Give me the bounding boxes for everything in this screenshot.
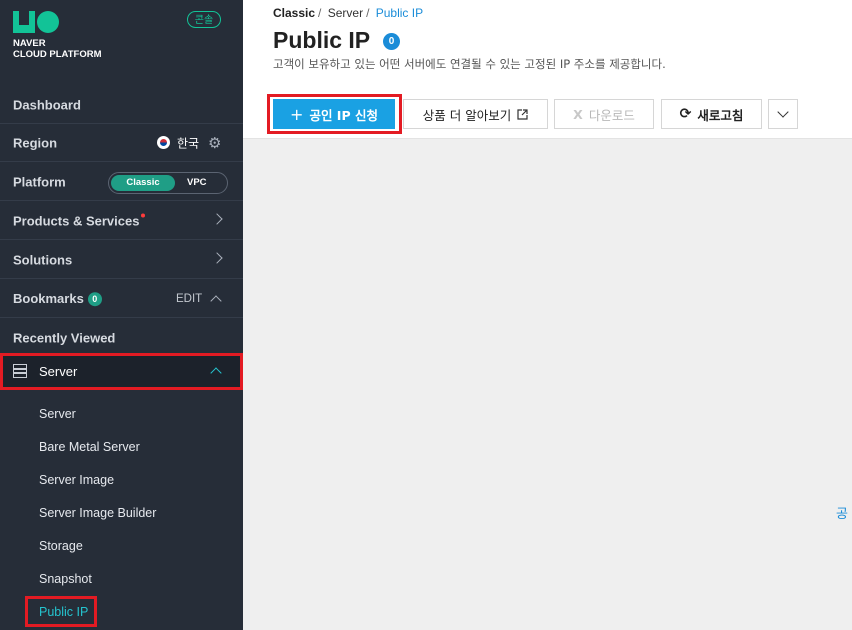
brand-line2: CLOUD PLATFORM [13,49,102,60]
platform-toggle[interactable]: Classic VPC [108,172,228,194]
breadcrumb-root[interactable]: Classic [273,6,315,20]
learn-more-button[interactable]: 상품 더 알아보기 [403,99,548,129]
sidebar-subitem-snapshot[interactable]: Snapshot [39,572,92,586]
download-button[interactable]: X 다운로드 [554,99,654,129]
chevron-right-icon [211,213,223,225]
server-section-label: Server [39,364,78,379]
chevron-up-icon[interactable] [210,367,222,379]
content-edge-text: 공 [836,507,848,522]
page-description: 고객이 보유하고 있는 어떤 서버에도 연결될 수 있는 고정된 IP 주소를 … [273,57,666,71]
solutions-label: Solutions [13,252,73,267]
more-dropdown-button[interactable] [768,99,798,129]
dashboard-label: Dashboard [13,97,81,112]
highlight-box-apply-button [267,94,402,134]
logo-area: NAVER CLOUD PLATFORM 콘솔 [0,0,243,86]
bookmarks-edit-button[interactable]: EDIT [176,293,202,305]
page-header: Classic / Server / Public IP Public IP 0 고… [243,0,852,86]
sidebar-item-bookmarks[interactable]: Bookmarks 0 EDIT [0,280,243,318]
platform-label: Platform [13,174,66,189]
products-text: Products & Services [13,213,140,228]
sidebar-item-dashboard[interactable]: Dashboard [0,86,243,124]
external-link-icon [517,108,528,120]
platform-option-classic[interactable]: Classic [111,175,175,191]
excel-icon: X [573,106,583,122]
sidebar-subitem-server-image-builder[interactable]: Server Image Builder [39,506,156,520]
refresh-icon: ⟳ [679,106,692,122]
sidebar: NAVER CLOUD PLATFORM 콘솔 Dashboard Region… [0,0,243,630]
chevron-right-icon [211,252,223,264]
brand-text: NAVER CLOUD PLATFORM [13,38,101,60]
region-value[interactable]: 한국 [177,134,199,151]
products-label: Products & Services [13,213,146,228]
refresh-label: 새로고침 [697,107,744,123]
page-title: Public IP [273,27,371,53]
sidebar-item-region[interactable]: Region 한국 ⚙ [0,124,243,162]
sidebar-section-server[interactable]: Server [0,353,243,390]
chevron-up-icon[interactable] [210,295,222,307]
sidebar-item-products[interactable]: Products & Services [0,202,243,240]
platform-option-vpc[interactable]: VPC [187,175,223,191]
breadcrumb: Classic / Server / Public IP [273,6,423,20]
breadcrumb-separator: / [318,6,322,20]
count-badge: 0 [383,33,400,50]
new-dot-icon [141,213,146,217]
breadcrumb-parent[interactable]: Server [328,6,363,20]
console-badge[interactable]: 콘솔 [187,11,221,28]
naver-cloud-logo-icon[interactable] [13,11,59,33]
sidebar-subitem-bare-metal-server[interactable]: Bare Metal Server [39,440,140,454]
brand-line1: NAVER [13,38,46,49]
bookmarks-text: Bookmarks [13,290,84,306]
chevron-down-icon [777,106,789,118]
sidebar-subitem-server[interactable]: Server [39,407,76,421]
sidebar-subitem-server-image[interactable]: Server Image [39,473,114,487]
highlight-box-public-ip [25,596,97,627]
bookmarks-label: Bookmarks 0 [13,291,102,307]
gear-icon[interactable]: ⚙ [208,134,221,152]
learn-more-label: 상품 더 알아보기 [422,107,512,123]
breadcrumb-current: Public IP [375,6,424,20]
sidebar-item-solutions[interactable]: Solutions [0,241,243,279]
refresh-button[interactable]: ⟳ 새로고침 [661,99,762,129]
sidebar-subitem-storage[interactable]: Storage [39,539,83,553]
recently-viewed-label: Recently Viewed [13,330,116,346]
download-label: 다운로드 [588,107,635,123]
korea-flag-icon [157,136,170,149]
server-icon [13,364,27,378]
sidebar-item-platform: Platform Classic VPC [0,163,243,201]
sidebar-item-recently-viewed[interactable]: Recently Viewed [0,319,243,357]
breadcrumb-separator: / [366,6,370,20]
region-label: Region [13,135,58,150]
bookmarks-count-badge: 0 [87,292,102,307]
